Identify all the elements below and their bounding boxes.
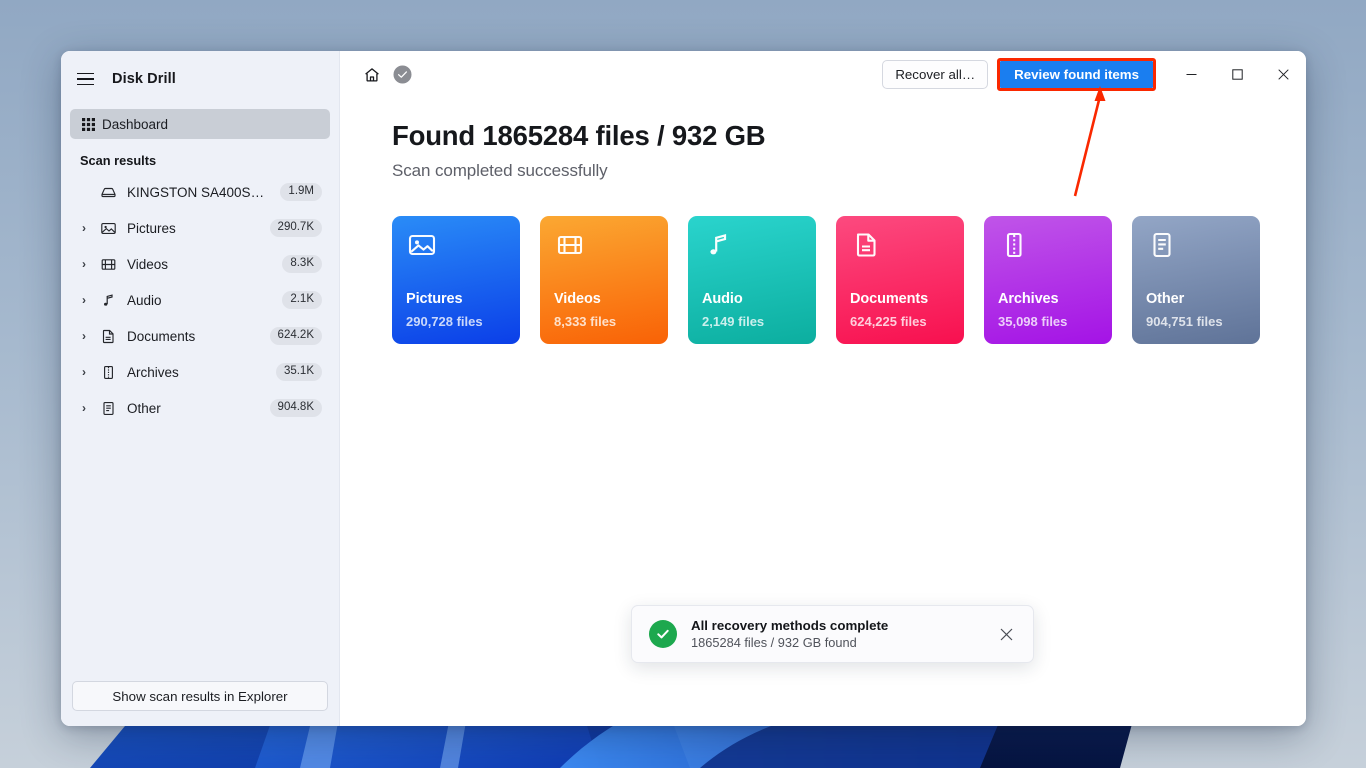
close-icon[interactable] [993,621,1019,647]
count-badge: 35.1K [275,362,322,382]
show-scan-results-in-explorer-button[interactable]: Show scan results in Explorer [72,681,328,711]
category-card-videos[interactable]: Videos 8,333 files [540,216,668,344]
sidebar-item-pictures[interactable]: › Pictures 290.7K [70,210,330,246]
card-count: 2,149 files [702,314,765,329]
count-badge: 904.8K [269,398,322,418]
page-title: Found 1865284 files / 932 GB [392,120,766,151]
close-button[interactable] [1260,51,1306,98]
card-count: 624,225 files [850,314,927,329]
maximize-button[interactable] [1214,51,1260,98]
image-icon [407,234,437,264]
toast-detail: 1865284 files / 932 GB found [691,635,857,650]
sidebar-item-audio[interactable]: › Audio 2.1K [70,282,330,318]
category-card-pictures[interactable]: Pictures 290,728 files [392,216,520,344]
card-title: Documents [850,291,929,307]
main-panel: Recover all… Review found items Found 18… [340,51,1306,726]
music-note-icon [99,292,118,309]
card-title: Videos [554,291,601,307]
sidebar-item-label: Pictures [127,220,176,236]
card-count: 290,728 files [406,314,483,329]
sidebar-section-scan-results: Scan results [80,153,157,168]
review-found-items-highlight: Review found items [997,58,1156,91]
sidebar-item-label: Archives [127,364,179,380]
grid-icon [79,117,98,131]
count-badge: 8.3K [282,254,322,274]
card-title: Pictures [406,291,463,307]
sidebar-item-label: Documents [127,328,196,344]
disk-icon [99,184,118,201]
sidebar-item-documents[interactable]: › Documents 624.2K [70,318,330,354]
category-card-documents[interactable]: Documents 624,225 files [836,216,964,344]
chevron-right-icon[interactable]: › [78,366,90,378]
review-found-items-button[interactable]: Review found items [1000,61,1153,88]
sidebar-item-dashboard[interactable]: Dashboard [70,109,330,139]
chevron-right-icon[interactable]: › [78,330,90,342]
category-card-archives[interactable]: Archives 35,098 files [984,216,1112,344]
archive-icon [99,364,118,381]
sidebar-item-other[interactable]: › Other 904.8K [70,390,330,426]
card-title: Other [1146,291,1185,307]
sidebar-footer: Show scan results in Explorer [61,671,339,726]
page-subtitle: Scan completed successfully [392,161,608,180]
toast-notification: All recovery methods complete 1865284 fi… [631,605,1034,663]
film-icon [555,235,585,264]
check-icon [649,620,677,648]
toast-title: All recovery methods complete [691,618,889,633]
toolbar: Recover all… Review found items [340,51,1306,98]
sidebar-item-label: Other [127,400,161,416]
film-icon [99,256,118,273]
category-card-other[interactable]: Other 904,751 files [1132,216,1260,344]
sidebar: Disk Drill Dashboard Scan results KINGST… [61,51,340,726]
app-title: Disk Drill [112,71,176,87]
chevron-right-icon[interactable]: › [78,294,90,306]
file-lines-icon [99,400,118,417]
count-badge: 1.9M [280,182,322,202]
chevron-right-icon[interactable]: › [78,402,90,414]
card-count: 35,098 files [998,314,1068,329]
window-controls [1168,51,1306,98]
sidebar-item-label: Dashboard [102,116,169,132]
category-card-audio[interactable]: Audio 2,149 files [688,216,816,344]
card-count: 904,751 files [1146,314,1223,329]
category-card-list: Pictures 290,728 files Videos 8,333 file… [392,216,1306,344]
chevron-right-icon[interactable]: › [78,222,90,234]
card-title: Archives [998,291,1059,307]
sidebar-item-disk[interactable]: › KINGSTON SA400S372... 1.9M [70,174,330,210]
count-badge: 2.1K [282,290,322,310]
sidebar-item-videos[interactable]: › Videos 8.3K [70,246,330,282]
home-icon[interactable] [357,60,387,90]
card-title: Audio [702,291,743,307]
minimize-button[interactable] [1168,51,1214,98]
archive-icon [999,232,1029,264]
sidebar-item-label: Videos [127,256,169,272]
count-badge: 624.2K [269,326,322,346]
disk-drill-window: Disk Drill Dashboard Scan results KINGST… [61,51,1306,726]
card-count: 8,333 files [554,314,617,329]
sidebar-header: Disk Drill [61,56,339,102]
chevron-right-icon[interactable]: › [78,258,90,270]
sidebar-scroll-area: Dashboard Scan results › KINGSTON SA400S… [61,102,339,671]
count-badge: 290.7K [269,218,322,238]
document-icon [99,328,118,345]
content-area: Found 1865284 files / 932 GB Scan comple… [340,98,1306,344]
hamburger-icon[interactable] [72,66,98,92]
music-note-icon [703,233,733,264]
sidebar-item-label: KINGSTON SA400S372... [127,184,272,200]
sidebar-item-label: Audio [127,292,162,308]
recover-all-button[interactable]: Recover all… [882,60,989,89]
sidebar-item-archives[interactable]: › Archives 35.1K [70,354,330,390]
document-icon [851,233,881,264]
image-icon [99,220,118,237]
file-lines-icon [1147,232,1177,264]
toast-text: All recovery methods complete 1865284 fi… [691,618,979,650]
check-circle-icon[interactable] [387,60,417,90]
